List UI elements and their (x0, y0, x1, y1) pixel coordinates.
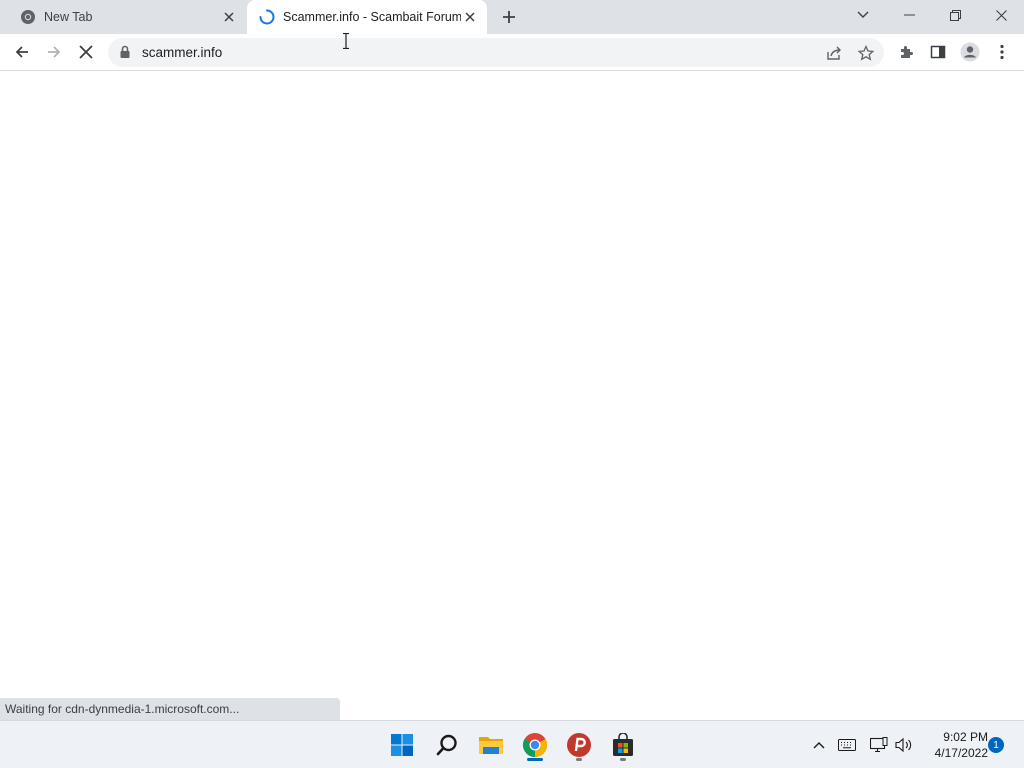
forward-icon[interactable] (40, 38, 68, 66)
restore-icon[interactable] (932, 0, 978, 30)
lock-icon[interactable] (119, 45, 133, 59)
chrome-icon[interactable] (517, 727, 553, 763)
text-cursor-icon (342, 32, 350, 50)
side-panel-icon[interactable] (924, 38, 952, 66)
menu-kebab-icon[interactable] (988, 38, 1016, 66)
volume-icon[interactable] (894, 735, 914, 755)
profile-avatar-icon[interactable] (956, 38, 984, 66)
system-clock[interactable]: 9:02 PM 4/17/2022 (918, 729, 988, 761)
extensions-icon[interactable] (892, 38, 920, 66)
running-app-indicator (620, 758, 626, 761)
share-icon[interactable] (825, 44, 843, 62)
store-icon[interactable] (605, 727, 641, 763)
close-tab-icon[interactable] (461, 8, 479, 26)
url-text[interactable]: scammer.info (142, 45, 222, 60)
status-bubble: Waiting for cdn-dynmedia-1.microsoft.com… (0, 698, 340, 720)
minimize-icon[interactable] (886, 0, 932, 30)
bookmark-star-icon[interactable] (857, 44, 875, 62)
address-bar[interactable]: scammer.info (108, 38, 884, 67)
tab-scammer-info[interactable]: Scammer.info - Scambait Forum (247, 0, 487, 34)
start-icon[interactable] (384, 727, 420, 763)
search-icon[interactable] (429, 727, 465, 763)
running-app-indicator (576, 758, 582, 761)
stop-loading-icon[interactable] (72, 38, 100, 66)
network-icon[interactable] (869, 735, 889, 755)
tab-new-tab[interactable]: New Tab (8, 0, 246, 34)
new-tab-button[interactable] (499, 7, 519, 27)
chevron-up-icon[interactable] (809, 735, 829, 755)
tab-title: New Tab (44, 10, 93, 24)
browser-toolbar: scammer.info (0, 34, 1024, 71)
tab-strip: New Tab Scammer.info - Scambait Forum (0, 0, 1024, 34)
tab-search-icon[interactable] (840, 0, 886, 30)
close-tab-icon[interactable] (220, 8, 238, 26)
tab-title: Scammer.info - Scambait Forum (283, 10, 461, 24)
loading-spinner-icon (259, 9, 275, 25)
close-window-icon[interactable] (978, 0, 1024, 30)
taskbar: 9:02 PM 4/17/2022 1 (0, 720, 1024, 768)
keyboard-icon[interactable] (837, 735, 857, 755)
psiphon-icon[interactable] (561, 727, 597, 763)
notification-badge[interactable]: 1 (988, 737, 1004, 753)
back-icon[interactable] (8, 38, 36, 66)
chrome-icon (20, 9, 36, 25)
active-app-indicator (527, 758, 543, 761)
clock-time: 9:02 PM (943, 730, 988, 744)
file-explorer-icon[interactable] (473, 727, 509, 763)
clock-date: 4/17/2022 (934, 746, 988, 760)
page-content[interactable] (0, 71, 1024, 720)
